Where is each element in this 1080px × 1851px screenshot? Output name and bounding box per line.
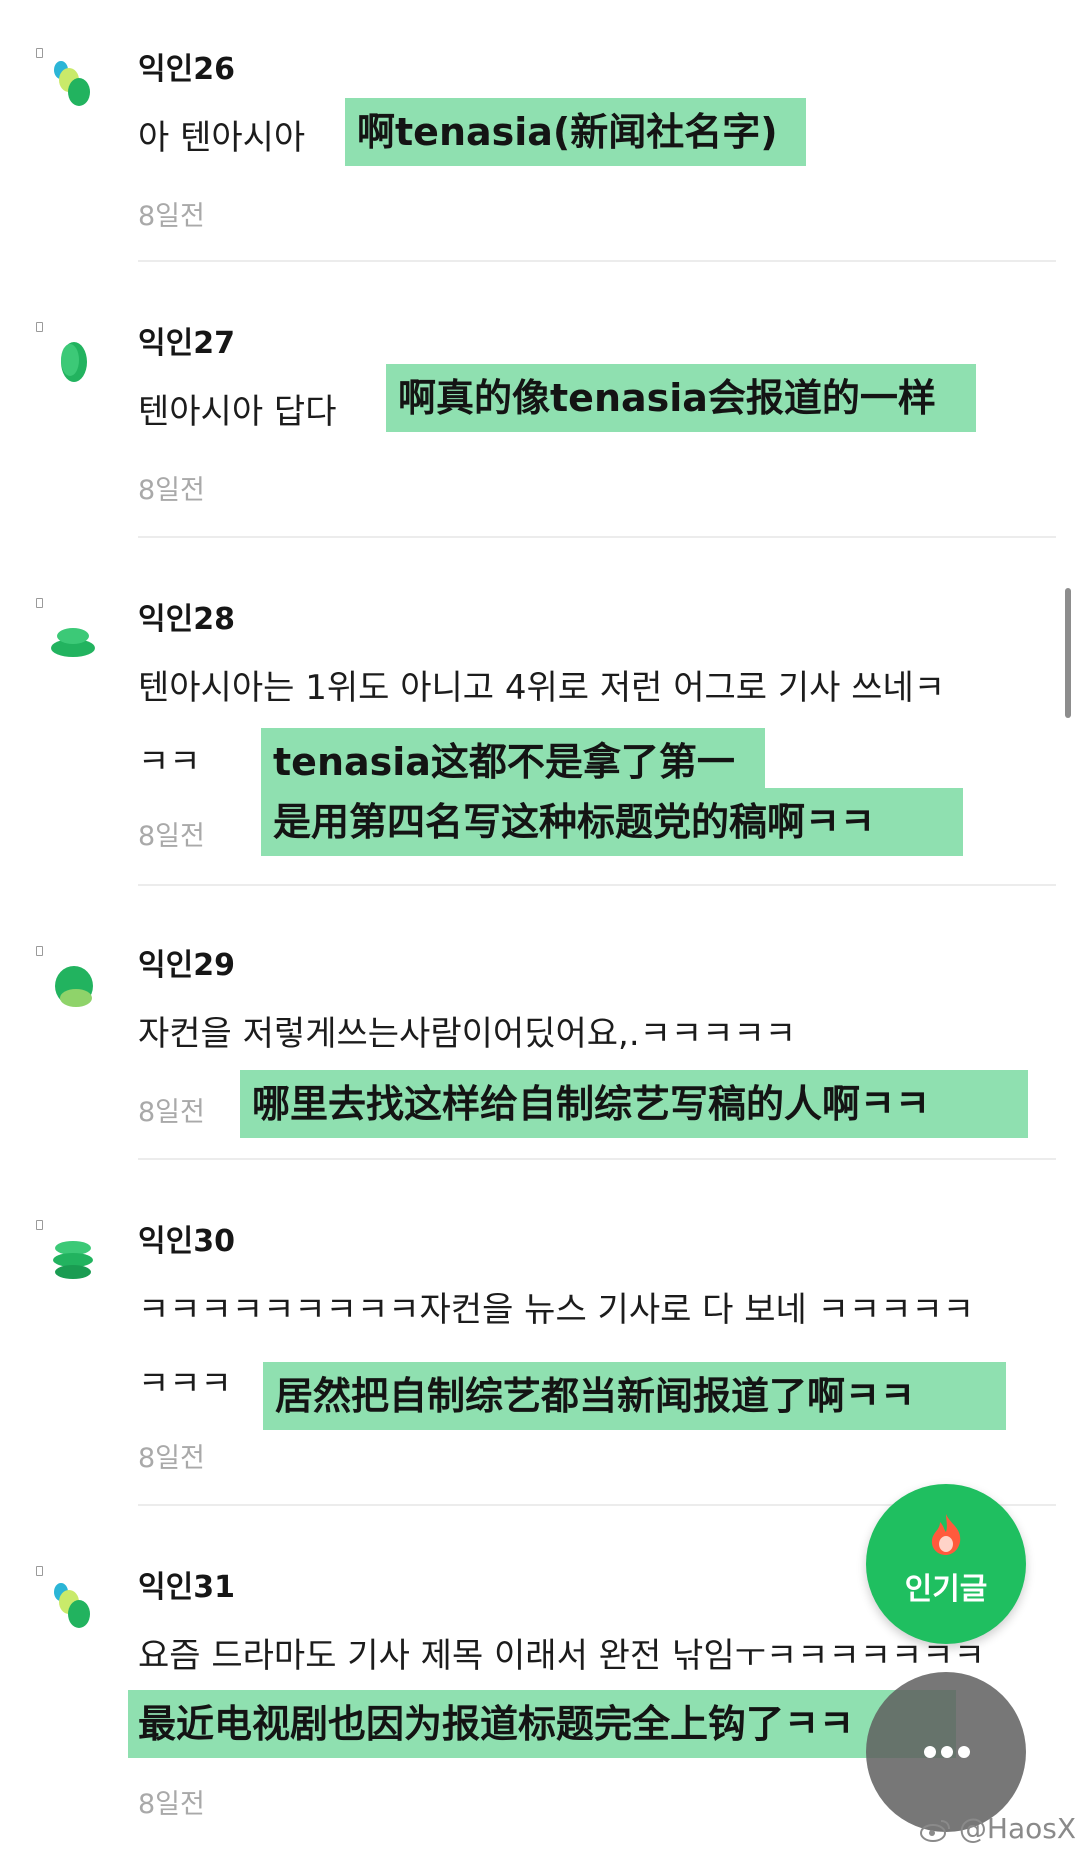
comment-text: 텐아시아는 1위도 아니고 4위로 저런 어그로 기사 쓰네ㅋ [138, 668, 946, 708]
translation-overlay: 是用第四名写这种标题党的稿啊ㅋㅋ [261, 788, 963, 856]
weibo-icon [920, 1820, 950, 1842]
comment-author[interactable]: 익인28 [138, 594, 235, 638]
comment-time: 8일전 [138, 475, 205, 506]
avatar-icon [61, 342, 87, 382]
comment-divider [138, 1158, 1056, 1160]
avatar-icon [53, 1241, 93, 1279]
comment-text: ㅋㅋㅋㅋㅋㅋㅋㅋㅋ자컨을 뉴스 기사로 다 보네 ㅋㅋㅋㅋㅋ [138, 1290, 975, 1330]
collapse-marker-icon[interactable] [36, 322, 43, 332]
comment-time: 8일전 [138, 1097, 205, 1128]
comment-author[interactable]: 익인30 [138, 1216, 235, 1260]
comment-author[interactable]: 익인31 [138, 1562, 235, 1606]
comment-author[interactable]: 익인29 [138, 940, 235, 984]
comment-time: 8일전 [138, 1789, 205, 1820]
avatar-icon [54, 61, 90, 106]
popular-posts-label: 인기글 [904, 1572, 988, 1607]
comment-divider [138, 260, 1056, 262]
more-dots-icon [924, 1746, 970, 1758]
avatar-icon [54, 1583, 90, 1628]
translation-overlay: 哪里去找这样给自制综艺写稿的人啊ㅋㅋ [240, 1070, 1028, 1138]
comment-divider [138, 536, 1056, 538]
comment-text: 텐아시아 답다 [138, 392, 337, 432]
comment-time: 8일전 [138, 1443, 205, 1474]
comment-divider [138, 884, 1056, 886]
more-options-button[interactable] [866, 1672, 1026, 1832]
translation-overlay: 啊tenasia(新闻社名字) [345, 98, 806, 166]
collapse-marker-icon[interactable] [36, 598, 43, 608]
comment-text: 아 텐아시아 [138, 118, 306, 158]
collapse-marker-icon[interactable] [36, 48, 43, 58]
comment-text: 자컨을 저렇게쓰는사람이어딨어요,.ㅋㅋㅋㅋㅋ [138, 1014, 797, 1054]
scrollbar[interactable] [1065, 588, 1071, 718]
comment-text: ㅋㅋ [138, 742, 201, 782]
translation-overlay: 啊真的像tenasia会报道的一样 [386, 364, 976, 432]
comment-time: 8일전 [138, 821, 205, 852]
fire-icon [931, 1514, 961, 1555]
comment-text: 요즘 드라마도 기사 제목 이래서 완전 낚임ㅜㅋㅋㅋㅋㅋㅋㅋ [138, 1636, 985, 1676]
watermark-text: @HaosX [958, 1812, 1077, 1845]
translation-overlay: tenasia这都不是拿了第一 [261, 728, 765, 796]
translation-overlay: 最近电视剧也因为报道标题完全上钩了ㅋㅋ [128, 1690, 956, 1758]
collapse-marker-icon[interactable] [36, 946, 43, 956]
avatar-icon [51, 628, 95, 657]
collapse-marker-icon[interactable] [36, 1566, 43, 1576]
comment-text: ㅋㅋㅋ [138, 1364, 232, 1404]
popular-posts-button[interactable]: 인기글 [866, 1484, 1026, 1644]
translation-overlay: 居然把自制综艺都当新闻报道了啊ㅋㅋ [263, 1362, 1006, 1430]
avatar-icon [55, 966, 93, 1007]
collapse-marker-icon[interactable] [36, 1220, 43, 1230]
comment-author[interactable]: 익인26 [138, 44, 235, 88]
comment-author[interactable]: 익인27 [138, 318, 235, 362]
watermark: @HaosX [920, 1812, 1076, 1845]
comment-time: 8일전 [138, 201, 205, 232]
